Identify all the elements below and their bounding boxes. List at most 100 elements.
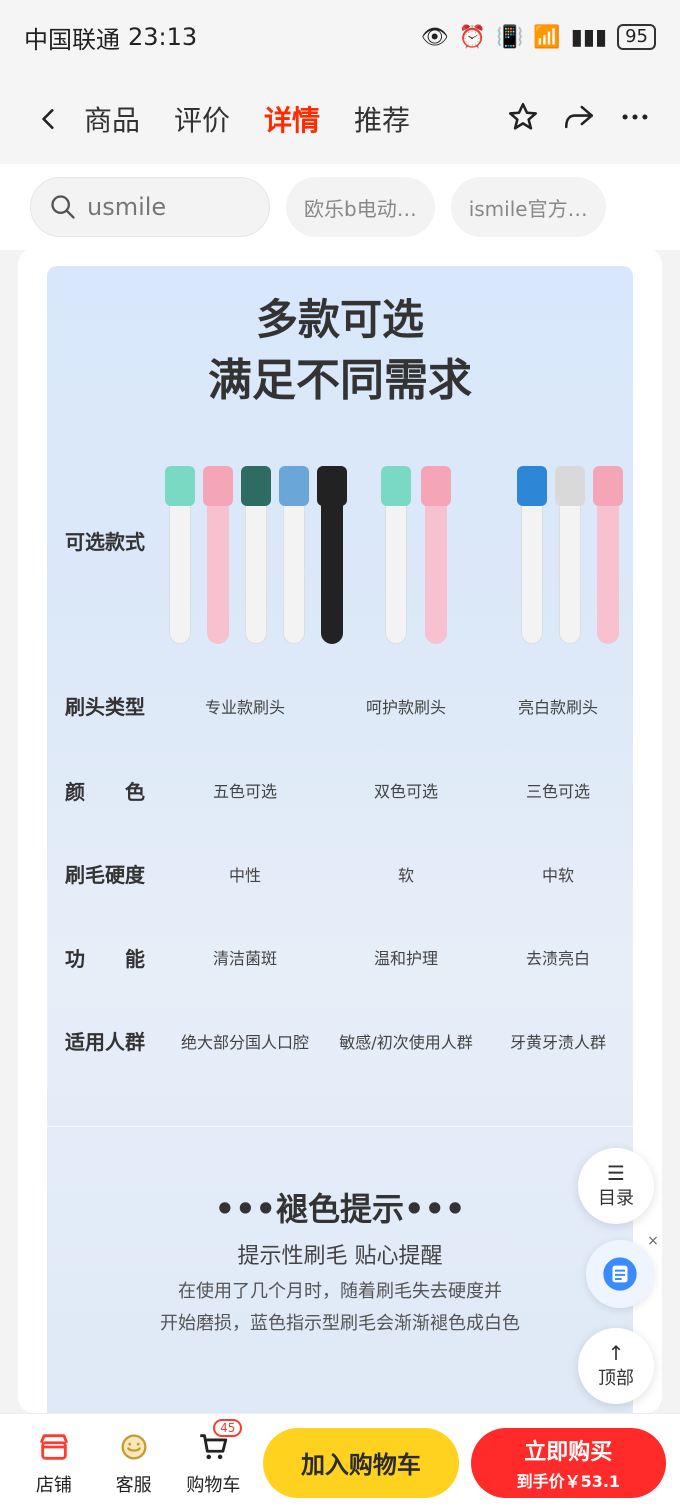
brush-heads-illustration	[149, 466, 623, 656]
bristles	[517, 466, 547, 506]
cell-function: 去渍亮白	[525, 949, 590, 968]
search-row: usmile 欧乐b电动… ismile官方…	[0, 164, 680, 250]
battery-indicator: 95	[617, 24, 656, 50]
cell-color: 双色可选	[373, 782, 438, 801]
row-label: 适用人群	[65, 1030, 145, 1054]
assistant-button[interactable]: ×	[586, 1232, 662, 1308]
cell-color: 五色可选	[212, 782, 277, 801]
share-button[interactable]	[562, 100, 596, 138]
cell-hardness: 软	[397, 866, 414, 885]
row-label: 颜 色	[65, 780, 145, 804]
buy-now-button[interactable]: 立即购买 到手价￥53.1	[470, 1427, 666, 1498]
cell-type: 专业款刷头	[204, 698, 285, 717]
customer-service-icon	[115, 1429, 153, 1465]
add-to-cart-label: 加入购物车	[300, 1451, 421, 1479]
assistant-icon	[603, 1257, 637, 1291]
buy-now-label: 立即购买	[524, 1439, 613, 1465]
suggestion-chip[interactable]: 欧乐b电动…	[286, 177, 435, 237]
bottom-action-bar: 店铺 客服 45 购物车 加入购物车 立即购买 到手价￥53.1	[0, 1413, 680, 1511]
clock: 23:13	[128, 23, 198, 51]
signal-icon: ▮▮▮	[570, 24, 608, 50]
cart-icon: 45	[194, 1418, 243, 1465]
search-query: usmile	[87, 193, 167, 221]
tab-goods[interactable]: 商品	[84, 99, 140, 139]
tabs: 商品 评价 详情 推荐	[84, 99, 410, 139]
alarm-icon: ⏰	[458, 24, 486, 50]
store-icon	[35, 1429, 73, 1465]
bristles	[421, 466, 451, 506]
search-input[interactable]: usmile	[30, 177, 270, 237]
brush-head	[597, 494, 619, 644]
cart-label: 购物车	[186, 1474, 241, 1496]
cart-count-badge: 45	[213, 1418, 243, 1437]
back-button[interactable]	[24, 94, 74, 144]
catalog-button[interactable]: ☰ 目录	[578, 1148, 654, 1224]
brush-head	[559, 494, 581, 644]
section-desc-line2: 开始磨损，蓝色指示型刷毛会渐渐褪色成白色	[160, 1313, 520, 1334]
top-nav: 商品 评价 详情 推荐	[0, 74, 680, 182]
arrow-up-icon: ↑	[607, 1341, 625, 1365]
row-label: 刷头类型	[65, 695, 145, 719]
bristles	[165, 466, 195, 506]
cell-people: 绝大部分国人口腔	[180, 1033, 309, 1052]
brush-head	[169, 494, 191, 644]
status-bar: 中国联通 23:13 👁 ⏰ 📳 📶 ▮▮▮ 95	[0, 0, 680, 74]
cart-button[interactable]: 45 购物车	[174, 1418, 254, 1497]
tab-reviews[interactable]: 评价	[174, 99, 230, 139]
search-icon	[51, 195, 75, 219]
brush-head	[245, 494, 267, 644]
more-button[interactable]	[618, 100, 652, 138]
row-label: 可选款式	[65, 530, 145, 554]
store-label: 店铺	[35, 1474, 72, 1496]
add-to-cart-button[interactable]: 加入购物车	[263, 1427, 459, 1498]
divider	[47, 1126, 633, 1127]
vibrate-icon: 📳	[495, 24, 524, 50]
cell-people: 敏感/初次使用人群	[339, 1033, 473, 1052]
close-icon[interactable]: ×	[644, 1232, 662, 1250]
cell-function: 温和护理	[373, 949, 438, 968]
section-subtitle: 提示性刷毛 贴心提醒	[237, 1244, 443, 1269]
section-title: •••褪色提示•••	[214, 1190, 466, 1228]
service-button[interactable]: 客服	[94, 1429, 174, 1497]
status-icons: 👁 ⏰ 📳 📶 ▮▮▮ 95	[421, 24, 656, 50]
cell-people: 牙黄牙渍人群	[509, 1033, 606, 1052]
list-icon: ☰	[607, 1161, 625, 1185]
bristles	[241, 466, 271, 506]
favorite-button[interactable]	[506, 100, 540, 138]
row-label: 刷毛硬度	[65, 863, 145, 887]
top-button[interactable]: ↑ 顶部	[578, 1328, 654, 1404]
bristles	[317, 466, 347, 506]
brush-head	[321, 494, 343, 644]
store-button[interactable]: 店铺	[14, 1429, 94, 1497]
tab-recommend[interactable]: 推荐	[354, 99, 410, 139]
nav-actions	[506, 100, 680, 138]
cell-type: 亮白款刷头	[517, 698, 598, 717]
cell-color: 三色可选	[525, 782, 590, 801]
section-desc-line1: 在使用了几个月时，随着刷毛失去硬度并	[178, 1281, 502, 1302]
brush-head	[283, 494, 305, 644]
service-label: 客服	[115, 1474, 152, 1496]
share-icon	[564, 105, 594, 129]
chevron-left-icon	[42, 109, 54, 129]
final-price: 到手价￥53.1	[516, 1471, 621, 1491]
carrier: 中国联通	[24, 25, 120, 54]
brush-head	[521, 494, 543, 644]
bristles	[279, 466, 309, 506]
more-icon	[622, 114, 648, 120]
catalog-label: 目录	[598, 1188, 634, 1209]
brush-head	[425, 494, 447, 644]
poster-title-line1: 多款可选	[255, 295, 424, 344]
tab-details[interactable]: 详情	[264, 99, 320, 139]
suggestion-chip[interactable]: ismile官方…	[450, 177, 606, 237]
cell-hardness: 中软	[541, 866, 574, 885]
row-label: 功 能	[65, 947, 145, 971]
star-icon	[508, 102, 538, 130]
cell-type: 呵护款刷头	[365, 698, 446, 717]
eye-icon: 👁	[420, 24, 449, 50]
poster-title-line2: 满足不同需求	[208, 355, 472, 406]
bristles	[381, 466, 411, 506]
brush-head	[207, 494, 229, 644]
bristles	[203, 466, 233, 506]
brush-head	[385, 494, 407, 644]
top-label: 顶部	[598, 1368, 634, 1389]
